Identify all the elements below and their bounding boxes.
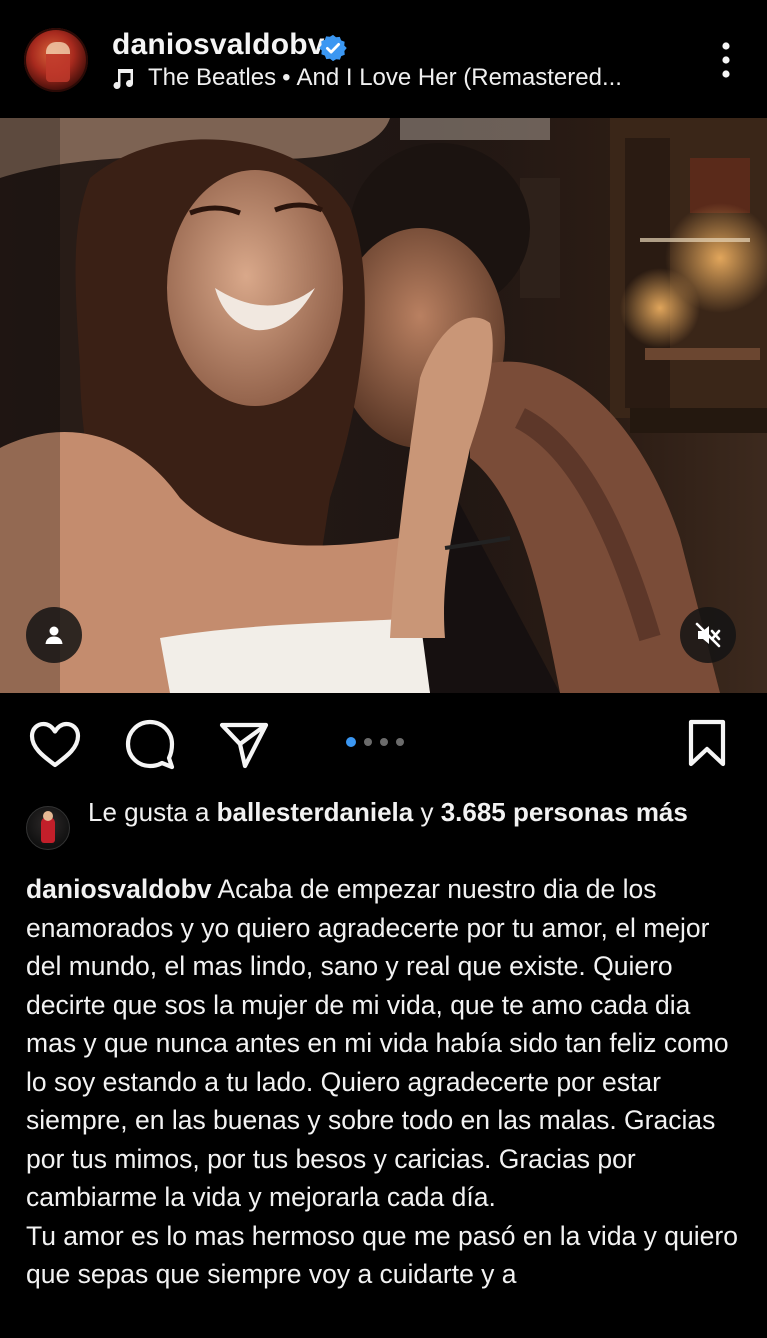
post-photo[interactable]: [0, 118, 767, 693]
person-tag-icon: [45, 626, 63, 644]
caption-username[interactable]: daniosvaldobv: [26, 874, 212, 904]
carousel-indicator: [346, 737, 404, 747]
carousel-dot-1: [346, 737, 356, 747]
photo-image: [0, 118, 767, 693]
profile-avatar[interactable]: [24, 28, 88, 92]
likes-suffix[interactable]: más: [636, 797, 688, 827]
liker-avatar[interactable]: [26, 806, 70, 850]
likes-prefix: Le gusta a: [88, 797, 210, 827]
bookmark-icon[interactable]: [686, 718, 728, 768]
heart-icon[interactable]: [28, 720, 82, 770]
speaker-muted-icon: [695, 622, 721, 648]
more-vertical-icon[interactable]: [719, 40, 733, 80]
likes-summary[interactable]: Le gusta a ballesterdaniela y 3.685 pers…: [88, 794, 728, 830]
verified-badge-icon: [319, 34, 347, 62]
likes-connector: y: [420, 797, 434, 827]
caption-paragraph-2: Tu amor es lo mas hermoso que me pasó en…: [26, 1220, 738, 1290]
mute-button[interactable]: [680, 607, 736, 663]
carousel-dot-3: [380, 738, 388, 746]
tag-people-button[interactable]: [26, 607, 82, 663]
post-header: daniosvaldobv The Beatles • And I Love H…: [0, 0, 767, 118]
caption-paragraph-1: daniosvaldobv Acaba de empezar nuestro d…: [26, 870, 746, 1217]
music-artist: The Beatles: [148, 64, 277, 91]
music-track: And I Love Her (Remastered...: [296, 64, 622, 91]
caption-text-1: Acaba de empezar nuestro dia de los enam…: [26, 874, 729, 1212]
carousel-dot-4: [396, 738, 404, 746]
music-attribution[interactable]: The Beatles • And I Love Her (Remastered…: [112, 63, 622, 93]
post-caption: daniosvaldobv Acaba de empezar nuestro d…: [26, 870, 746, 1294]
music-separator: •: [282, 64, 291, 91]
carousel-dot-2: [364, 738, 372, 746]
likes-liker[interactable]: ballesterdaniela: [217, 797, 414, 827]
music-note-icon: [113, 69, 133, 90]
comment-icon[interactable]: [124, 718, 176, 770]
send-icon[interactable]: [218, 720, 270, 770]
likes-count[interactable]: 3.685 personas: [441, 797, 629, 827]
post-username[interactable]: daniosvaldobv: [112, 28, 325, 62]
